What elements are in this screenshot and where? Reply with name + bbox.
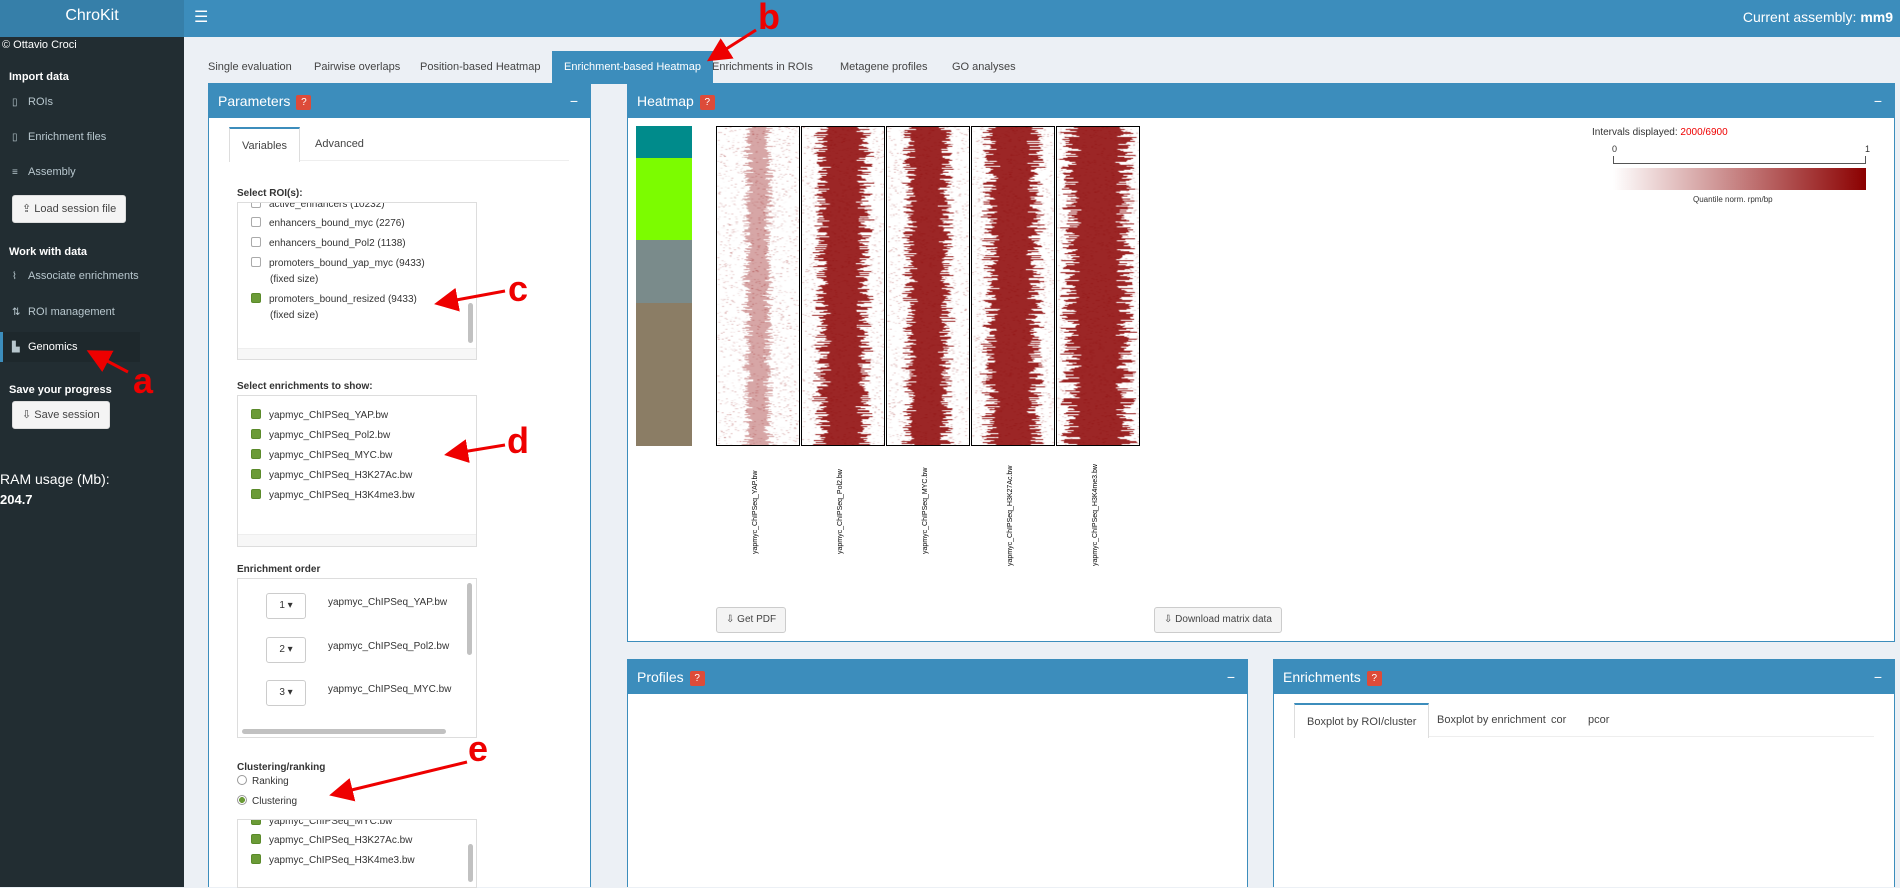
annotation-b: b xyxy=(758,0,780,37)
arrow-c xyxy=(434,287,506,312)
annotation-c: c xyxy=(508,268,529,309)
annotation-a: a xyxy=(133,360,154,401)
arrow-e xyxy=(329,760,468,802)
annotation-e: e xyxy=(468,728,489,769)
annotation-d: d xyxy=(507,420,529,461)
arrow-b xyxy=(706,28,757,62)
arrow-d xyxy=(444,439,506,463)
arrow-a xyxy=(86,350,129,374)
annotation-arrows xyxy=(86,28,757,802)
